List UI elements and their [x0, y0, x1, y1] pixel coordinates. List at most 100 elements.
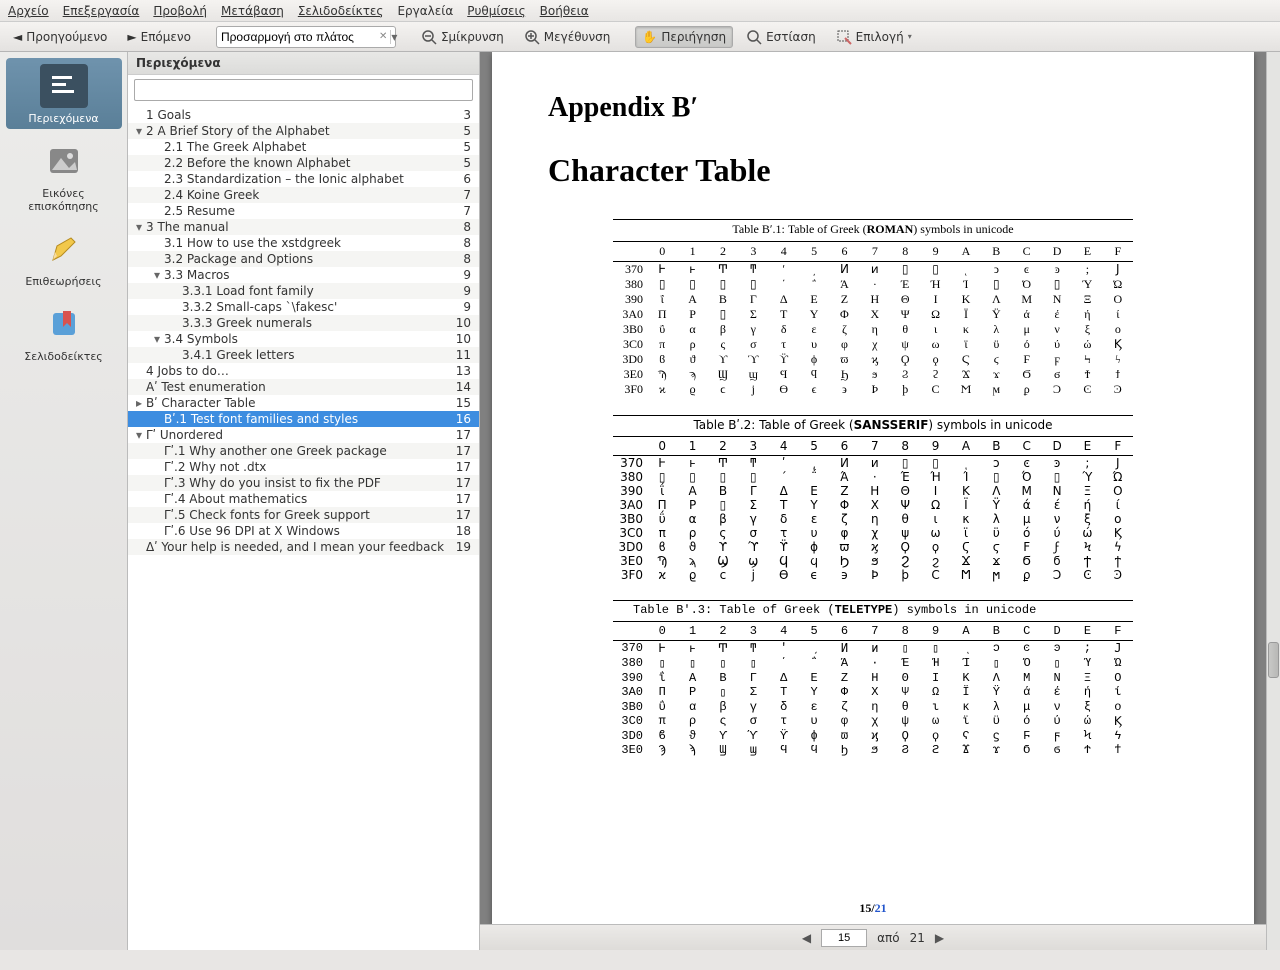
expand-icon[interactable]: ▾ — [150, 332, 164, 346]
side-thumbs-label: Εικόνες επισκόπησης — [8, 187, 120, 213]
toc-page: 11 — [449, 348, 473, 362]
toc-page: 8 — [449, 220, 473, 234]
toc-item[interactable]: 2.2 Before the known Alphabet5 — [128, 155, 479, 171]
side-bookmarks[interactable]: Σελιδοδείκτες — [6, 296, 122, 367]
toc-label: Βʹ.1 Test font families and styles — [164, 412, 449, 426]
toc-item[interactable]: 2.4 Koine Greek7 — [128, 187, 479, 203]
toc-item[interactable]: ▾2 A Brief Story of the Alphabet5 — [128, 123, 479, 139]
toc-item[interactable]: ▾3.4 Symbols10 — [128, 331, 479, 347]
side-panel: Περιεχόμενα Εικόνες επισκόπησης Επιθεωρή… — [0, 52, 128, 950]
toc-page: 5 — [449, 140, 473, 154]
menu-view[interactable]: Προβολή — [153, 4, 207, 18]
toc-label: 3.1 How to use the xstdgreek — [164, 236, 449, 250]
toc-item[interactable]: Γʹ.1 Why another one Greek package17 — [128, 443, 479, 459]
toc-label: 4 Jobs to do… — [146, 364, 449, 378]
menu-file[interactable]: Αρχείο — [8, 4, 49, 18]
toc-tree[interactable]: 1 Goals3▾2 A Brief Story of the Alphabet… — [128, 107, 479, 950]
toc-page: 3 — [449, 108, 473, 122]
menu-settings[interactable]: Ρυθμίσεις — [467, 4, 525, 18]
bookmark-icon — [40, 302, 88, 346]
expand-icon[interactable]: ▾ — [132, 124, 146, 138]
toc-page: 18 — [449, 524, 473, 538]
table-teletype: Table Βʹ.3: Table of Greek (TELETYPE) sy… — [613, 600, 1133, 757]
toc-label: 2.1 The Greek Alphabet — [164, 140, 449, 154]
toc-label: Βʹ Character Table — [146, 396, 449, 410]
menu-tools[interactable]: Εργαλεία — [397, 4, 453, 18]
toc-page: 10 — [449, 332, 473, 346]
dropdown-icon[interactable]: ▾ — [390, 30, 397, 44]
toc-item[interactable]: Γʹ.5 Check fonts for Greek support17 — [128, 507, 479, 523]
toc-item[interactable]: ▾Γʹ Unordered17 — [128, 427, 479, 443]
toc-item[interactable]: Δʹ Your help is needed, and I mean your … — [128, 539, 479, 555]
select-tool-button[interactable]: Επιλογή ▾ — [829, 25, 919, 49]
toc-label: 3.3 Macros — [164, 268, 449, 282]
page-input[interactable] — [821, 929, 867, 947]
arrow-left-icon: ◄ — [13, 30, 22, 44]
zoom-in-button[interactable]: Μεγέθυνση — [517, 25, 618, 49]
zoom-out-label: Σμίκρυνση — [441, 30, 504, 44]
toc-item[interactable]: Γʹ.2 Why not .dtx17 — [128, 459, 479, 475]
toc-item[interactable]: Γʹ.6 Use 96 DPI at X Windows18 — [128, 523, 479, 539]
toc-item[interactable]: Βʹ.1 Test font families and styles16 — [128, 411, 479, 427]
toc-page: 7 — [449, 188, 473, 202]
prev-button[interactable]: ◄ Προηγούμενο — [6, 26, 114, 48]
expand-icon[interactable]: ▾ — [150, 268, 164, 282]
toc-item[interactable]: 3.2 Package and Options8 — [128, 251, 479, 267]
menu-go[interactable]: Μετάβαση — [221, 4, 284, 18]
toc-item[interactable]: Γʹ.4 About mathematics17 — [128, 491, 479, 507]
toc-page: 17 — [449, 460, 473, 474]
toc-label: 3.4.1 Greek letters — [182, 348, 449, 362]
toc-item[interactable]: 2.3 Standardization – the Ionic alphabet… — [128, 171, 479, 187]
toc-item[interactable]: 3.3.1 Load font family9 — [128, 283, 479, 299]
appendix-heading: Appendix Βʹ — [548, 92, 1198, 124]
zoom-out-button[interactable]: Σμίκρυνση — [414, 25, 511, 49]
focus-label: Εστίαση — [766, 30, 816, 44]
toc-item[interactable]: 4 Jobs to do…13 — [128, 363, 479, 379]
zoom-out-icon — [421, 29, 437, 45]
toc-item[interactable]: 2.1 The Greek Alphabet5 — [128, 139, 479, 155]
toc-label: Δʹ Your help is needed, and I mean your … — [146, 540, 449, 554]
page-prev-button[interactable]: ◀ — [802, 931, 811, 945]
page-next-button[interactable]: ▶ — [935, 931, 944, 945]
zoom-in-label: Μεγέθυνση — [544, 30, 611, 44]
browse-label: Περιήγηση — [661, 30, 726, 44]
zoom-input[interactable] — [221, 30, 376, 44]
toolbar: ◄ Προηγούμενο ► Επόμενο ✕ ▾ Σμίκρυνση Με… — [0, 22, 1280, 52]
menubar: Αρχείο Επεξεργασία Προβολή Μετάβαση Σελι… — [0, 0, 1280, 22]
toc-search-input[interactable] — [134, 79, 473, 101]
toc-page: 7 — [449, 204, 473, 218]
toc-item[interactable]: 2.5 Resume7 — [128, 203, 479, 219]
vertical-scrollbar[interactable] — [1266, 52, 1280, 950]
browse-tool-button[interactable]: ✋ Περιήγηση — [635, 26, 733, 48]
expand-icon[interactable]: ▾ — [132, 220, 146, 234]
menu-bookmarks[interactable]: Σελιδοδείκτες — [298, 4, 384, 18]
toc-label: Αʹ Test enumeration — [146, 380, 449, 394]
expand-icon[interactable]: ▾ — [132, 428, 146, 442]
toc-page: 9 — [449, 268, 473, 282]
next-button[interactable]: ► Επόμενο — [120, 26, 198, 48]
toc-item[interactable]: 3.1 How to use the xstdgreek8 — [128, 235, 479, 251]
toc-item[interactable]: 1 Goals3 — [128, 107, 479, 123]
toc-item[interactable]: Γʹ.3 Why do you insist to fix the PDF17 — [128, 475, 479, 491]
side-contents[interactable]: Περιεχόμενα — [6, 58, 122, 129]
zoom-combo[interactable]: ✕ ▾ — [216, 26, 396, 48]
expand-icon[interactable]: ▸ — [132, 396, 146, 410]
toc-item[interactable]: 3.3.3 Greek numerals10 — [128, 315, 479, 331]
side-thumbnails[interactable]: Εικόνες επισκόπησης — [6, 133, 122, 217]
toc-item[interactable]: ▸Βʹ Character Table15 — [128, 395, 479, 411]
toc-item[interactable]: ▾3 The manual8 — [128, 219, 479, 235]
side-bookmarks-label: Σελιδοδείκτες — [8, 350, 120, 363]
toc-item[interactable]: 3.4.1 Greek letters11 — [128, 347, 479, 363]
clear-icon[interactable]: ✕ — [376, 31, 390, 42]
toc-item[interactable]: ▾3.3 Macros9 — [128, 267, 479, 283]
arrow-right-icon: ► — [127, 30, 136, 44]
menu-edit[interactable]: Επεξεργασία — [63, 4, 140, 18]
pdf-page: Appendix Βʹ Character Table Table Βʹ.1: … — [492, 52, 1254, 924]
side-reviews[interactable]: Επιθεωρήσεις — [6, 221, 122, 292]
toc-item[interactable]: Αʹ Test enumeration14 — [128, 379, 479, 395]
toc-item[interactable]: 3.3.2 Small-caps `\fakesc'9 — [128, 299, 479, 315]
menu-help[interactable]: Βοήθεια — [540, 4, 589, 18]
scrollbar-thumb[interactable] — [1268, 642, 1279, 678]
toc-page: 14 — [449, 380, 473, 394]
focus-tool-button[interactable]: Εστίαση — [739, 25, 823, 49]
